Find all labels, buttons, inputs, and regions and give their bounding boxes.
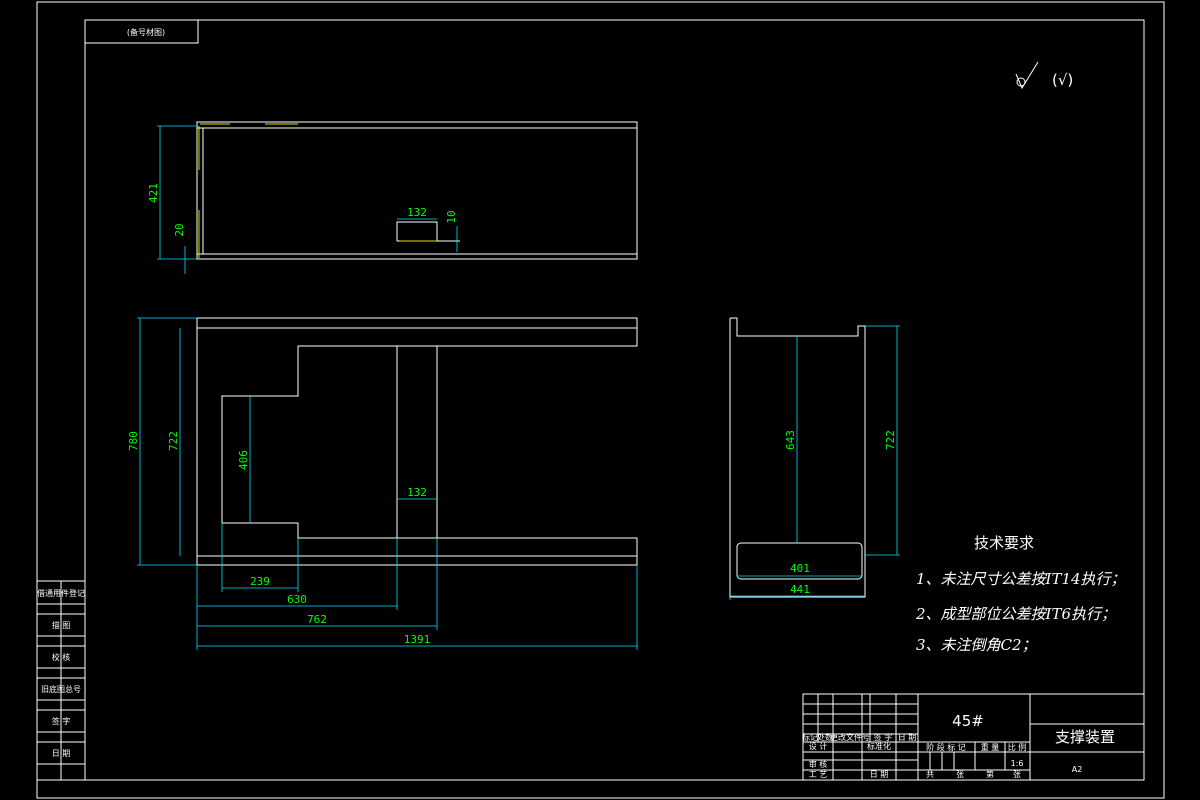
row-design: 设 计 [809, 741, 828, 751]
hdr-date: 日 期 [898, 733, 917, 742]
dim-side-outer-height: 722 [884, 430, 897, 450]
dim-front-outer-height: 780 [127, 431, 140, 451]
note-3: 3、未注倒角C2； [916, 636, 1037, 654]
scale-label: 比 例 [1008, 742, 1027, 752]
surface-roughness-symbol: (√) [1015, 61, 1073, 90]
dim-top-slot-width: 132 [407, 206, 427, 219]
dim-side-outer-width: 441 [790, 583, 810, 596]
roughness-paren-text: (√) [1052, 71, 1073, 89]
top-view: 421 20 132 10 [147, 121, 638, 274]
dim-front-d2: 630 [287, 593, 307, 606]
left-col-item-2: 校 核 [52, 652, 71, 662]
left-col-item-1: 描 图 [52, 620, 71, 630]
dim-side-inner-height: 643 [784, 430, 797, 450]
notes-title: 技术要求 [974, 534, 1034, 552]
part-name-text: 支撑装置 [1055, 728, 1115, 746]
dim-front-inner-height: 722 [167, 431, 180, 451]
row-standard: 标准化 [867, 741, 891, 751]
dim-front-d4: 1391 [404, 633, 431, 646]
row-date: 日 期 [870, 770, 889, 779]
hdr-mark: 标记 [802, 732, 818, 742]
sheet-unit-2: 张 [1013, 770, 1021, 779]
technical-notes: 技术要求 1、未注尺寸公差按IT14执行； 2、成型部位公差按IT6执行； 3、… [915, 534, 1126, 654]
dim-top-offset: 20 [173, 223, 186, 236]
top-label-text: (备号材图) [127, 27, 165, 37]
dim-front-d3: 762 [307, 613, 327, 626]
sheet-no-label: 第 [986, 769, 994, 779]
title-block: 标记 处数 更改文件号 签 字 日 期 设 计 标准化 审 核 工 艺 日 期 … [802, 693, 1145, 781]
front-view: 780 722 406 132 239 630 762 1391 [127, 317, 638, 650]
hdr-sign: 签 字 [874, 732, 893, 742]
inner-drawing-border [84, 19, 1145, 781]
top-label-box: (备号材图) [84, 19, 199, 44]
cad-drawing-sheet: (备号材图) (√) 421 20 132 10 780 722 406 132… [36, 1, 1165, 799]
left-col-item-0: 借通用件登记 [37, 588, 85, 598]
dim-front-d1: 239 [250, 575, 270, 588]
side-view: 643 722 401 441 [729, 317, 900, 600]
note-2: 2、成型部位公差按IT6执行； [915, 605, 1116, 623]
scale-value: 1:6 [1011, 759, 1024, 768]
dim-top-slot-height: 10 [445, 210, 458, 223]
left-revision-column: 借通用件登记 描 图 校 核 旧底图总号 签 字 日 期 [36, 580, 86, 781]
material-text: 45# [952, 712, 984, 730]
weight-label: 重 量 [981, 742, 1000, 752]
row-review: 审 核 [809, 759, 828, 769]
dim-top-height: 421 [147, 183, 160, 203]
stage-label: 阶 段 标 记 [926, 742, 966, 752]
row-process: 工 艺 [809, 770, 828, 779]
sheet-size-text: A2 [1072, 765, 1083, 774]
note-1: 1、未注尺寸公差按IT14执行； [916, 570, 1126, 588]
left-col-item-3: 旧底图总号 [41, 684, 81, 694]
sheet-unit-1: 张 [956, 770, 964, 779]
dim-side-inner-width: 401 [790, 562, 810, 575]
left-col-item-4: 签 字 [52, 716, 71, 726]
outer-sheet-border [36, 1, 1165, 799]
dim-front-pocket-height: 406 [237, 450, 250, 470]
left-col-item-5: 日 期 [52, 749, 71, 758]
sheet-total-label: 共 [926, 770, 934, 779]
dim-front-slot-width: 132 [407, 486, 427, 499]
hdr-change-doc: 更改文件号 [830, 732, 870, 742]
